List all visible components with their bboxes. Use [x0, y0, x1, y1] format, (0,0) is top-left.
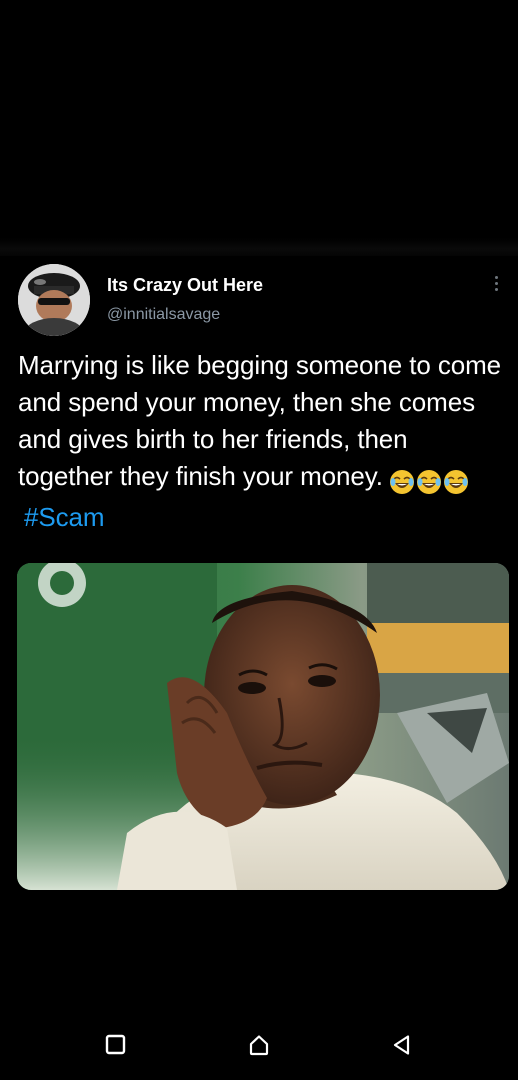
display-name[interactable]: Its Crazy Out Here: [107, 275, 263, 296]
avatar[interactable]: [18, 264, 90, 336]
user-handle[interactable]: @innitialsavage: [107, 306, 220, 324]
back-triangle-icon[interactable]: [390, 1033, 414, 1057]
tears-of-joy-emoji-icon: [389, 470, 414, 495]
top-divider: [0, 238, 518, 256]
emoji-group: [389, 462, 470, 499]
recents-square-icon[interactable]: [104, 1033, 128, 1057]
tweet-photo[interactable]: [17, 563, 509, 890]
tweet-text: Marrying is like begging someone to come…: [18, 347, 503, 536]
more-vertical-icon[interactable]: [490, 276, 502, 296]
home-icon[interactable]: [247, 1033, 271, 1057]
tears-of-joy-emoji-icon: [416, 470, 441, 495]
system-navigation-bar: [0, 1005, 518, 1080]
tears-of-joy-emoji-icon: [443, 470, 468, 495]
hashtag-link[interactable]: #Scam: [24, 502, 105, 532]
screen: Its Crazy Out Here @innitialsavage Marry…: [0, 0, 518, 1080]
